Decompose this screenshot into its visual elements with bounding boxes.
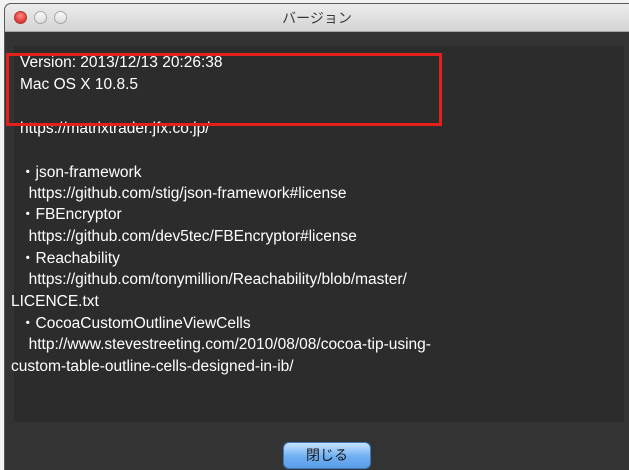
credit-line: LICENCE.txt	[11, 293, 99, 310]
window-title: バージョン	[282, 10, 352, 26]
credit-line: ・Reachability	[20, 250, 120, 267]
title-bar[interactable]: バージョン	[5, 4, 629, 32]
credit-line: ・json-framework	[20, 164, 142, 181]
version-highlight-box	[6, 53, 442, 126]
credit-line: custom-table-outline-cells-designed-in-i…	[11, 358, 294, 375]
credit-line: https://github.com/dev5tec/FBEncryptor#l…	[20, 228, 357, 245]
credit-line: https://github.com/stig/json-framework#l…	[20, 185, 347, 202]
version-dialog: バージョン Version: 2013/12/13 20:26:38 Mac O…	[5, 4, 629, 470]
close-button[interactable]: 閉じる	[283, 442, 371, 469]
credit-line: ・CocoaCustomOutlineViewCells	[20, 315, 251, 332]
credit-line: ・FBEncryptor	[20, 206, 122, 223]
credit-line: https://github.com/tonymillion/Reachabil…	[20, 271, 407, 288]
credit-line: http://www.stevestreeting.com/2010/08/08…	[20, 336, 431, 353]
